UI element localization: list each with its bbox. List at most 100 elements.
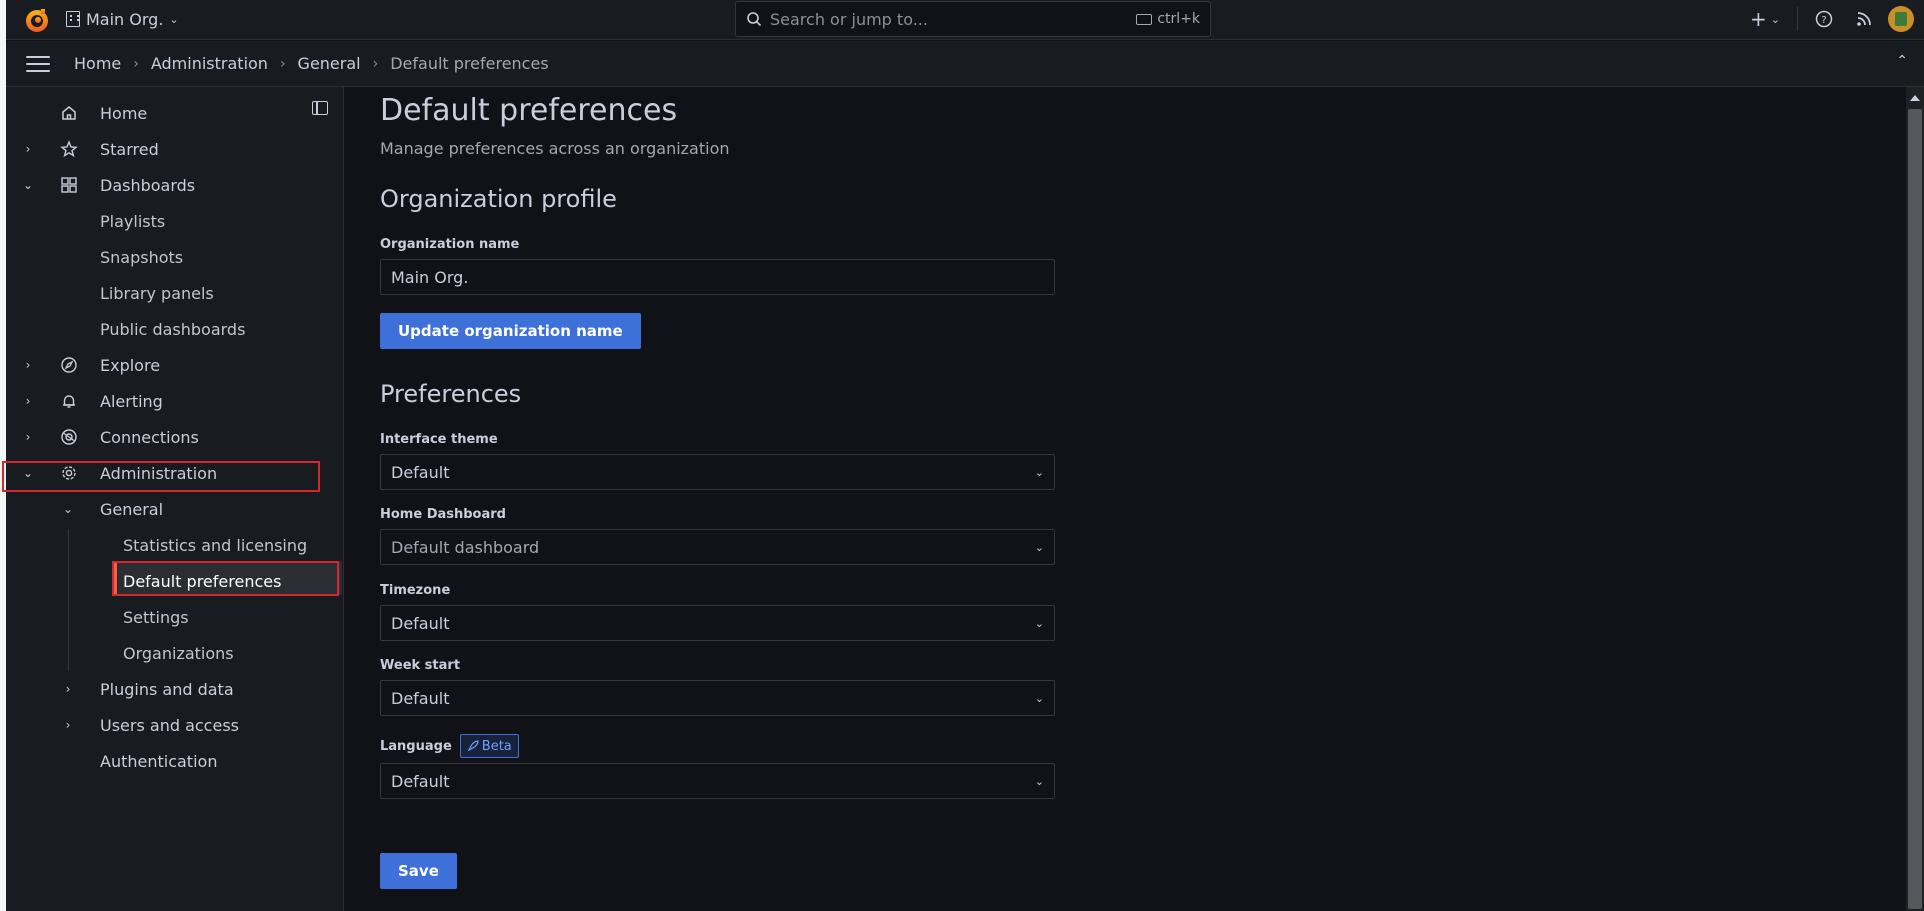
- sidebar-item-settings[interactable]: Settings: [6, 601, 344, 633]
- breadcrumb-current: Default preferences: [390, 54, 549, 73]
- language-label: Language: [380, 738, 452, 754]
- svg-text:?: ?: [1821, 15, 1826, 26]
- section-heading-preferences: Preferences: [380, 380, 522, 408]
- chevron-right-icon[interactable]: ›: [21, 430, 35, 444]
- sidebar-item-label: Organizations: [123, 643, 234, 663]
- news-button[interactable]: [1844, 0, 1884, 38]
- top-bar: Main Org. ⌄ Search or jump to... ctrl+k …: [6, 0, 1924, 40]
- sidebar-item-label: Snapshots: [100, 247, 184, 267]
- chevron-right-icon[interactable]: ›: [21, 142, 35, 156]
- sidebar: Home › Starred ⌄ Dashboards Playlists Sn…: [2, 87, 344, 911]
- chevron-down-icon: ⌄: [1770, 12, 1780, 26]
- grafana-logo-icon[interactable]: [23, 6, 51, 34]
- home-icon: [59, 103, 79, 123]
- org-name: Main Org.: [86, 9, 164, 29]
- sidebar-item-label: Playlists: [100, 211, 166, 231]
- org-name-input[interactable]: Main Org.: [380, 259, 1055, 295]
- chevron-down-icon: ⌄: [1034, 691, 1044, 705]
- update-org-name-button[interactable]: Update organization name: [380, 313, 641, 349]
- plus-icon: +: [1750, 7, 1767, 31]
- timezone-select[interactable]: Default ⌄: [380, 605, 1055, 641]
- breadcrumb-home[interactable]: Home: [74, 54, 121, 73]
- sidebar-item-plugins-and-data[interactable]: › Plugins and data: [6, 673, 344, 705]
- home-dashboard-value: Default dashboard: [391, 537, 540, 557]
- highlight-box-administration: [2, 461, 320, 492]
- interface-theme-select[interactable]: Default ⌄: [380, 454, 1055, 490]
- sidebar-item-label: Plugins and data: [100, 679, 234, 699]
- language-select[interactable]: Default ⌄: [380, 763, 1055, 799]
- sidebar-item-label: Alerting: [100, 391, 163, 411]
- page-subtitle: Manage preferences across an organizatio…: [380, 139, 730, 158]
- week-start-select[interactable]: Default ⌄: [380, 680, 1055, 716]
- main-content: Default preferences Manage preferences a…: [345, 87, 1906, 911]
- chevron-right-icon: ›: [279, 55, 286, 72]
- avatar[interactable]: [1888, 6, 1914, 32]
- sidebar-item-snapshots[interactable]: Snapshots: [6, 241, 344, 273]
- help-button[interactable]: ?: [1804, 0, 1844, 38]
- sidebar-item-label: General: [100, 499, 164, 519]
- home-dashboard-select[interactable]: Default dashboard ⌄: [380, 529, 1055, 565]
- org-name-label: Organization name: [380, 237, 520, 252]
- page-scrollbar[interactable]: [1906, 87, 1924, 911]
- sidebar-item-label: Dashboards: [100, 175, 196, 195]
- sidebar-item-playlists[interactable]: Playlists: [6, 205, 344, 237]
- save-button[interactable]: Save: [380, 853, 457, 889]
- chevron-down-icon: ⌄: [169, 12, 179, 26]
- rocket-icon: [467, 740, 479, 752]
- sidebar-item-connections[interactable]: › Connections: [6, 421, 344, 453]
- chevron-right-icon: ›: [372, 55, 379, 72]
- interface-theme-value: Default: [391, 462, 450, 482]
- menu-icon[interactable]: [26, 55, 50, 72]
- sidebar-item-authentication[interactable]: Authentication: [6, 745, 344, 777]
- separator: [1797, 7, 1798, 31]
- sidebar-item-label: Library panels: [100, 283, 214, 303]
- search-icon: [747, 12, 762, 27]
- sidebar-item-dashboards[interactable]: ⌄ Dashboards: [6, 169, 344, 201]
- chevron-down-icon[interactable]: ⌄: [61, 502, 75, 516]
- sidebar-item-label: Users and access: [100, 715, 239, 735]
- org-name-value: Main Org.: [391, 267, 469, 287]
- sidebar-item-label: Public dashboards: [100, 319, 246, 339]
- section-heading-org-profile: Organization profile: [380, 185, 617, 213]
- sidebar-item-alerting[interactable]: › Alerting: [6, 385, 344, 417]
- star-icon: [59, 139, 79, 159]
- sidebar-item-label: Statistics and licensing: [123, 535, 308, 555]
- language-value: Default: [391, 771, 450, 791]
- sidebar-item-explore[interactable]: › Explore: [6, 349, 344, 381]
- new-menu-button[interactable]: + ⌄: [1739, 0, 1791, 38]
- breadcrumb-administration[interactable]: Administration: [151, 54, 268, 73]
- home-dashboard-label: Home Dashboard: [380, 507, 506, 522]
- chevron-right-icon[interactable]: ›: [61, 682, 75, 696]
- sidebar-item-label: Connections: [100, 427, 199, 447]
- sidebar-item-public-dashboards[interactable]: Public dashboards: [6, 313, 344, 345]
- chevron-right-icon[interactable]: ›: [21, 394, 35, 408]
- week-start-value: Default: [391, 688, 450, 708]
- breadcrumb-bar: Home › Administration › General › Defaul…: [6, 41, 1924, 87]
- sidebar-item-library-panels[interactable]: Library panels: [6, 277, 344, 309]
- week-start-label: Week start: [380, 658, 461, 673]
- building-icon: [66, 11, 80, 27]
- sidebar-item-users-and-access[interactable]: › Users and access: [6, 709, 344, 741]
- scrollbar-thumb[interactable]: [1908, 109, 1922, 909]
- sidebar-item-organizations[interactable]: Organizations: [6, 637, 344, 669]
- timezone-label: Timezone: [380, 583, 451, 598]
- chevron-up-icon[interactable]: ⌃: [1896, 53, 1908, 69]
- sidebar-item-statistics-and-licensing[interactable]: Statistics and licensing: [6, 529, 344, 561]
- connections-icon: [59, 427, 79, 447]
- scroll-up-arrow[interactable]: [1910, 95, 1920, 101]
- sidebar-item-starred[interactable]: › Starred: [6, 133, 344, 165]
- chevron-right-icon[interactable]: ›: [61, 718, 75, 732]
- breadcrumb-general[interactable]: General: [298, 54, 361, 73]
- search-bar[interactable]: Search or jump to... ctrl+k: [735, 1, 1211, 37]
- sidebar-item-general[interactable]: ⌄ General: [6, 493, 344, 525]
- highlight-box-default-preferences: [112, 561, 339, 596]
- compass-icon: [59, 355, 79, 375]
- chevron-down-icon[interactable]: ⌄: [21, 178, 35, 192]
- language-label-row: Language Beta: [380, 733, 519, 759]
- sidebar-item-label: Starred: [100, 139, 159, 159]
- sidebar-item-home[interactable]: Home: [6, 97, 306, 129]
- timezone-value: Default: [391, 613, 450, 633]
- dock-menu-icon[interactable]: [312, 101, 328, 115]
- chevron-right-icon[interactable]: ›: [21, 358, 35, 372]
- org-switcher[interactable]: Main Org. ⌄: [66, 0, 179, 38]
